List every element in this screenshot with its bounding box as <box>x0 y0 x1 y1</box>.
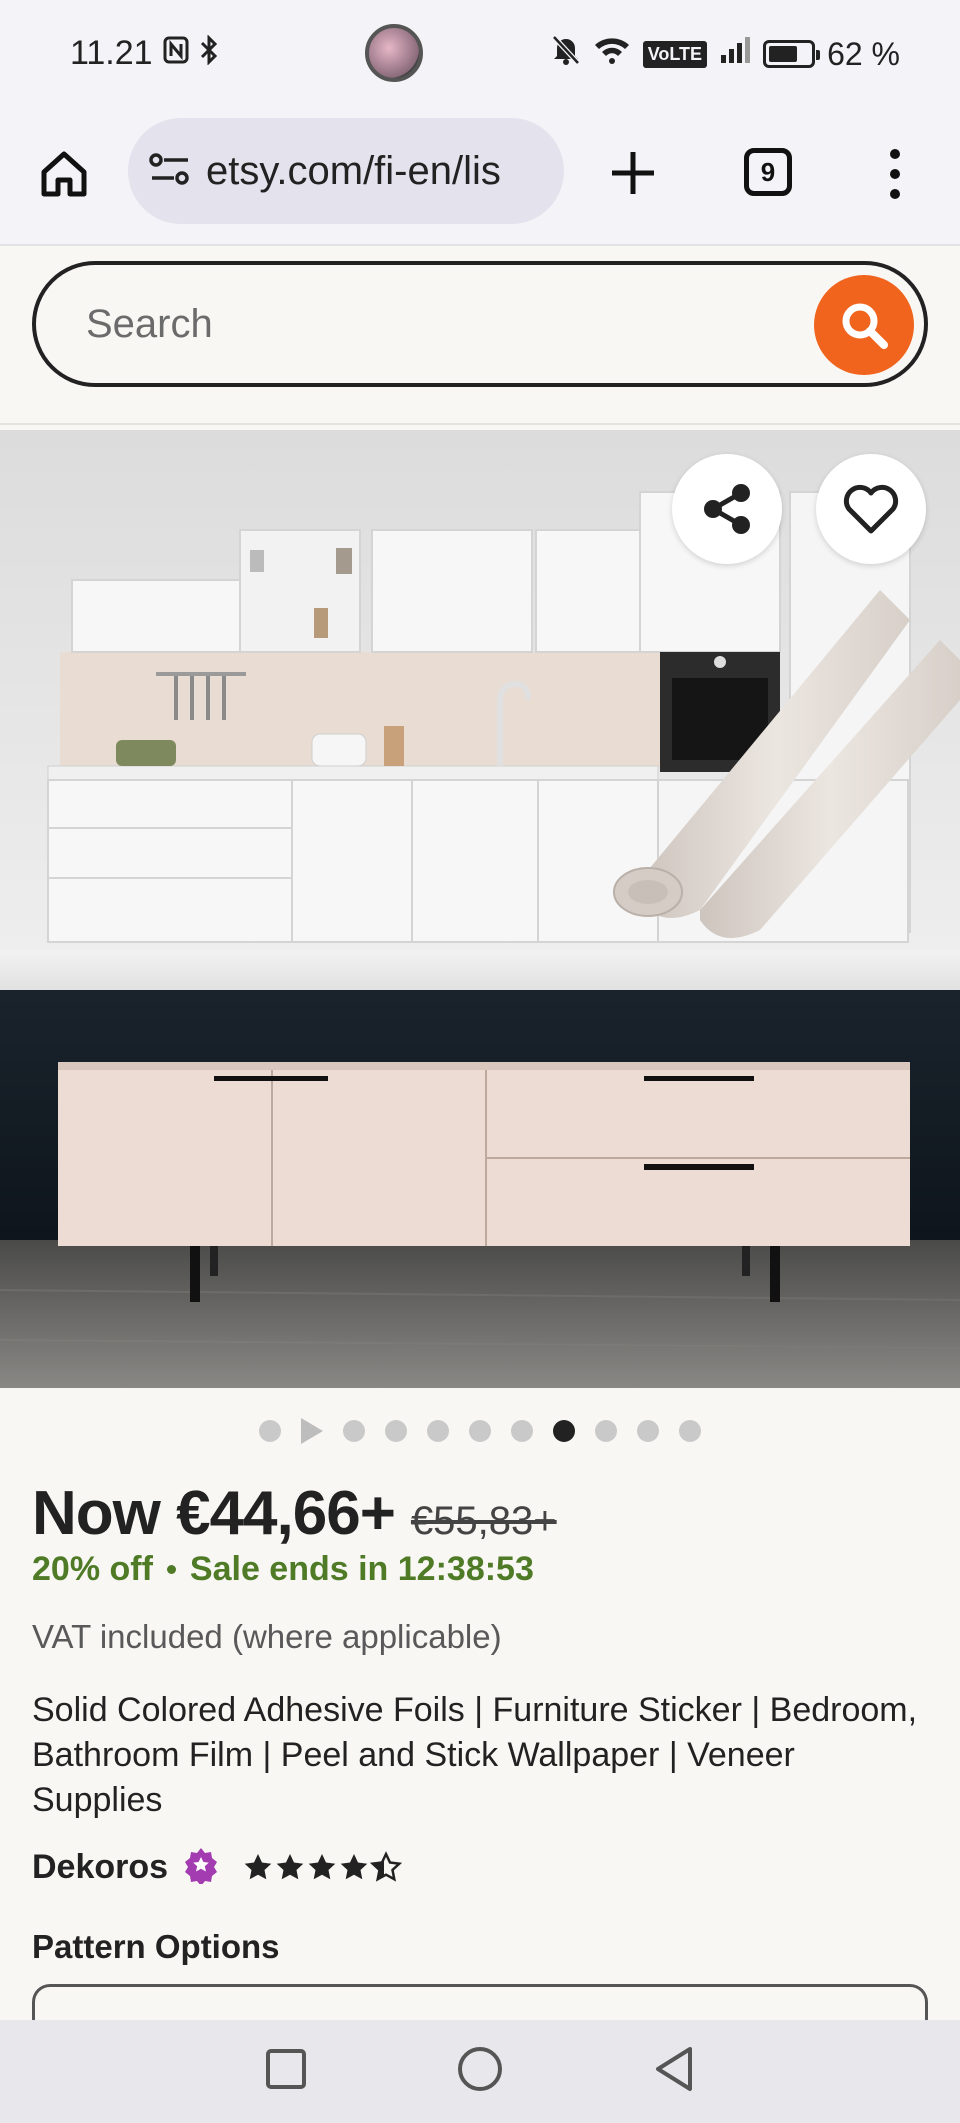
carousel-dot-active[interactable] <box>553 1420 575 1442</box>
home-nav-button[interactable] <box>456 2045 504 2098</box>
home-button[interactable] <box>36 146 92 202</box>
sale-countdown: Sale ends in 12:38:53 <box>189 1550 534 1588</box>
shop-row: Dekoros <box>32 1846 403 1889</box>
status-time: 11.21 <box>70 34 153 72</box>
sale-info: 20% off Sale ends in 12:38:53 <box>32 1550 534 1589</box>
tab-switcher-button[interactable]: 9 <box>744 148 792 196</box>
square-icon <box>266 2049 306 2089</box>
rating-stars[interactable] <box>242 1850 403 1885</box>
url-bar[interactable]: etsy.com/fi-en/lis <box>128 118 564 224</box>
status-right-group: VoLTE 62 % <box>551 34 900 74</box>
plus-icon <box>612 152 654 194</box>
pattern-options-label: Pattern Options <box>32 1928 280 1965</box>
carousel-dot[interactable] <box>511 1420 533 1442</box>
back-triangle-icon <box>656 2047 692 2091</box>
sale-price: Now €44,66+ <box>32 1479 396 1548</box>
nfc-icon <box>163 36 189 71</box>
carousel-dot[interactable] <box>679 1420 701 1442</box>
battery-percent: 62 % <box>827 35 900 72</box>
carousel-dot[interactable] <box>343 1420 365 1442</box>
signal-icon <box>719 35 751 73</box>
separator-dot <box>166 1565 176 1574</box>
circle-icon <box>458 2047 502 2091</box>
carousel-dot[interactable] <box>427 1420 449 1442</box>
video-play-icon[interactable] <box>301 1418 323 1444</box>
home-icon <box>41 151 87 197</box>
back-button[interactable] <box>652 2045 696 2098</box>
more-vert-icon <box>890 149 900 199</box>
share-button[interactable] <box>672 454 782 564</box>
heart-icon <box>843 484 899 534</box>
price-row: Now €44,66+ €55,83+ <box>32 1478 557 1549</box>
battery-icon <box>763 40 821 68</box>
discount-label: 20% off <box>32 1550 153 1588</box>
bluetooth-icon <box>199 34 219 72</box>
product-image[interactable] <box>0 430 960 1388</box>
system-nav-bar <box>0 2020 960 2123</box>
share-icon <box>704 484 750 534</box>
image-carousel-dots <box>0 1416 960 1446</box>
volte-badge: VoLTE <box>642 40 708 68</box>
search-icon <box>842 303 888 349</box>
star-seller-icon <box>182 1846 220 1889</box>
notification-avatar <box>365 24 423 82</box>
search-button[interactable] <box>814 275 914 375</box>
star-rating-icon <box>244 1850 403 1882</box>
carousel-dot[interactable] <box>259 1420 281 1442</box>
carousel-dot[interactable] <box>469 1420 491 1442</box>
url-text: etsy.com/fi-en/lis <box>206 148 501 193</box>
shop-name-link[interactable]: Dekoros <box>32 1848 168 1887</box>
vat-note: VAT included (where applicable) <box>32 1618 502 1655</box>
wifi-icon <box>593 35 631 73</box>
listing-title: Solid Colored Adhesive Foils | Furniture… <box>32 1691 918 1819</box>
search-input[interactable] <box>86 289 786 359</box>
new-tab-button[interactable] <box>606 146 660 200</box>
carousel-dot[interactable] <box>385 1420 407 1442</box>
mute-icon <box>551 34 581 74</box>
etsy-search-bar <box>0 247 960 425</box>
browser-toolbar: etsy.com/fi-en/lis 9 <box>0 110 960 246</box>
recents-button[interactable] <box>264 2047 308 2096</box>
status-bar: 11.21 VoLTE 62 % <box>0 0 960 110</box>
site-settings-icon[interactable] <box>148 151 192 192</box>
browser-menu-button[interactable] <box>880 146 910 202</box>
product-photo <box>0 430 960 1388</box>
status-time-group: 11.21 <box>70 34 219 73</box>
search-box <box>32 261 928 387</box>
carousel-dot[interactable] <box>637 1420 659 1442</box>
original-price: €55,83+ <box>410 1499 557 1543</box>
favorite-button[interactable] <box>816 454 926 564</box>
carousel-dot[interactable] <box>595 1420 617 1442</box>
